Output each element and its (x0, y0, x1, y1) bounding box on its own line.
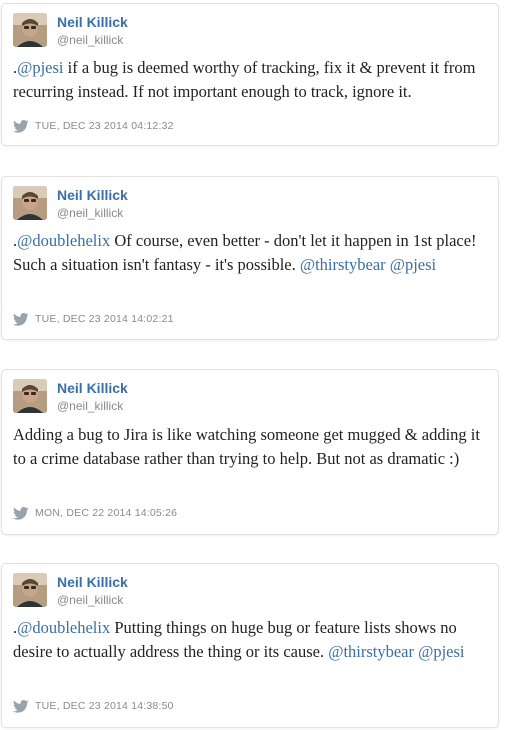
tweet-meta: TUE, DEC 23 2014 14:38:50 (13, 699, 174, 713)
tweet-meta: TUE, DEC 23 2014 14:02:21 (13, 312, 174, 326)
tweet-timestamp[interactable]: TUE, DEC 23 2014 14:02:21 (35, 313, 174, 325)
avatar[interactable] (13, 13, 47, 47)
author-handle[interactable]: @neil_killick (57, 33, 123, 47)
avatar[interactable] (13, 573, 47, 607)
mention-link[interactable]: @thirstybear (300, 255, 386, 274)
author-name[interactable]: Neil Killick (57, 574, 128, 590)
avatar[interactable] (13, 379, 47, 413)
tweet-feed: Neil Killick @neil_killick .@pjesi if a … (0, 0, 506, 730)
tweet-text: .@doublehelix Putting things on huge bug… (13, 616, 488, 664)
twitter-bird-icon (13, 506, 29, 520)
author-name[interactable]: Neil Killick (57, 14, 128, 30)
tweet-text: .@doublehelix Of course, even better - d… (13, 229, 488, 277)
twitter-bird-icon (13, 312, 29, 326)
tweet-card: Neil Killick @neil_killick .@pjesi if a … (1, 3, 499, 146)
author-handle[interactable]: @neil_killick (57, 399, 123, 413)
tweet-card: Neil Killick @neil_killick .@doublehelix… (1, 563, 499, 728)
tweet-header: Neil Killick @neil_killick (2, 370, 498, 413)
tweet-header: Neil Killick @neil_killick (2, 564, 498, 607)
mention-link[interactable]: @pjesi (390, 255, 436, 274)
twitter-bird-icon (13, 699, 29, 713)
author-name[interactable]: Neil Killick (57, 380, 128, 396)
mention-link[interactable]: @pjesi (17, 58, 63, 77)
mention-link[interactable]: @doublehelix (17, 231, 110, 250)
mention-link[interactable]: @doublehelix (17, 618, 110, 637)
mention-link[interactable]: @thirstybear (328, 642, 414, 661)
avatar[interactable] (13, 186, 47, 220)
tweet-text: .@pjesi if a bug is deemed worthy of tra… (13, 56, 488, 104)
author-name[interactable]: Neil Killick (57, 187, 128, 203)
mention-link[interactable]: @pjesi (418, 642, 464, 661)
tweet-card: Neil Killick @neil_killick .@doublehelix… (1, 176, 499, 340)
twitter-bird-icon (13, 119, 29, 133)
tweet-timestamp[interactable]: TUE, DEC 23 2014 04:12:32 (35, 120, 174, 132)
tweet-timestamp[interactable]: MON, DEC 22 2014 14:05:26 (35, 507, 177, 519)
tweet-card: Neil Killick @neil_killick Adding a bug … (1, 369, 499, 535)
text-segment: Adding a bug to Jira is like watching so… (13, 425, 480, 468)
text-segment: if a bug is deemed worthy of tracking, f… (13, 58, 476, 101)
tweet-timestamp[interactable]: TUE, DEC 23 2014 14:38:50 (35, 700, 174, 712)
tweet-text: Adding a bug to Jira is like watching so… (13, 423, 488, 471)
tweet-header: Neil Killick @neil_killick (2, 177, 498, 220)
tweet-meta: TUE, DEC 23 2014 04:12:32 (13, 119, 174, 133)
author-handle[interactable]: @neil_killick (57, 593, 123, 607)
tweet-meta: MON, DEC 22 2014 14:05:26 (13, 506, 177, 520)
tweet-header: Neil Killick @neil_killick (2, 4, 498, 47)
author-handle[interactable]: @neil_killick (57, 206, 123, 220)
